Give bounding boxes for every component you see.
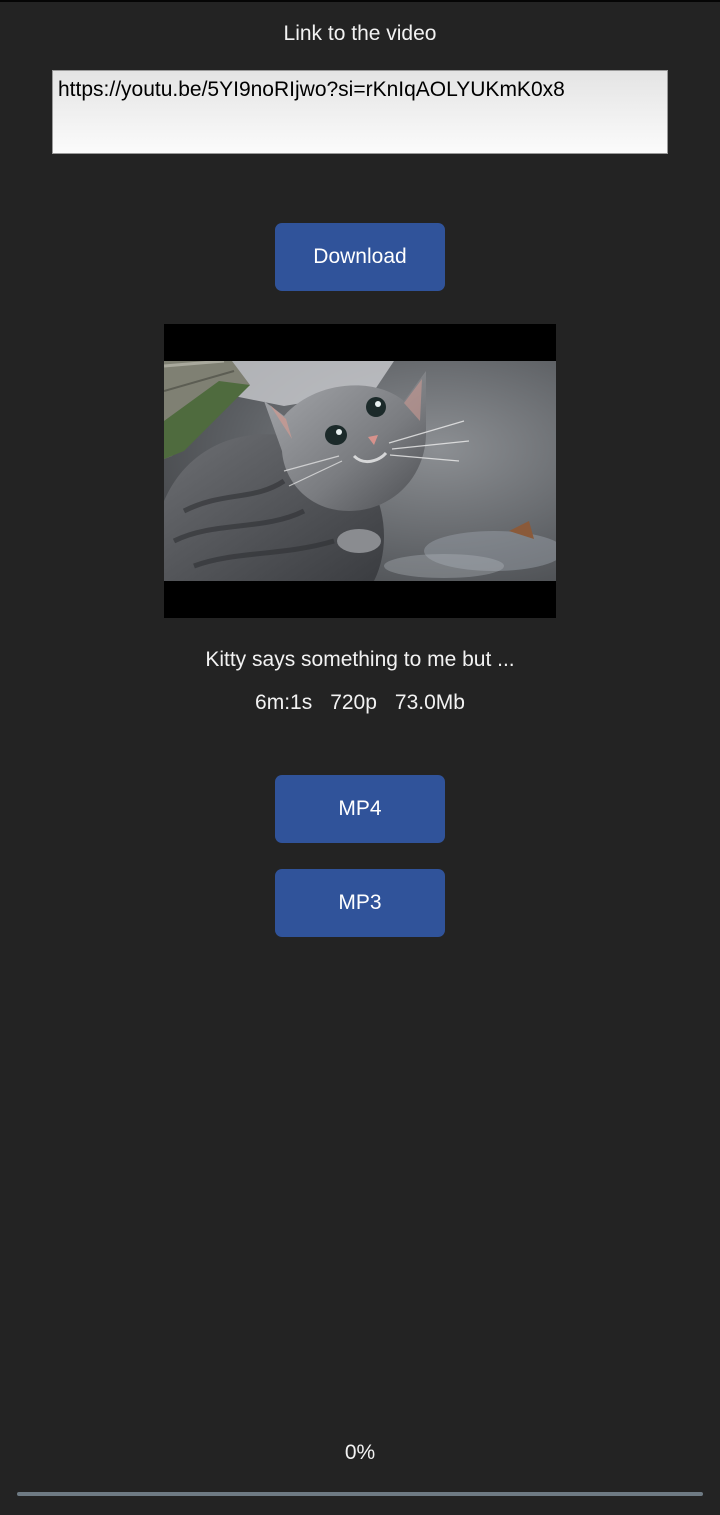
video-duration: 6m:1s xyxy=(255,691,313,714)
progress-percent: 0% xyxy=(344,1441,376,1464)
download-button[interactable]: Download xyxy=(275,223,445,291)
cat-photo-icon xyxy=(164,361,556,581)
mp3-button[interactable]: MP3 xyxy=(275,869,445,937)
video-url-input[interactable] xyxy=(52,70,668,154)
video-size: 73.0Mb xyxy=(394,691,465,714)
link-label: Link to the video xyxy=(283,22,437,45)
video-meta: 6m:1s 720p 73.0Mb xyxy=(0,691,720,715)
mp4-button[interactable]: MP4 xyxy=(275,775,445,843)
progress-bar xyxy=(17,1492,703,1496)
video-resolution: 720p xyxy=(330,691,377,714)
app-screen: Link to the video Download xyxy=(0,0,720,1515)
video-title: Kitty says something to me but ... xyxy=(205,648,515,671)
top-divider xyxy=(0,0,720,2)
video-thumbnail xyxy=(164,324,556,618)
